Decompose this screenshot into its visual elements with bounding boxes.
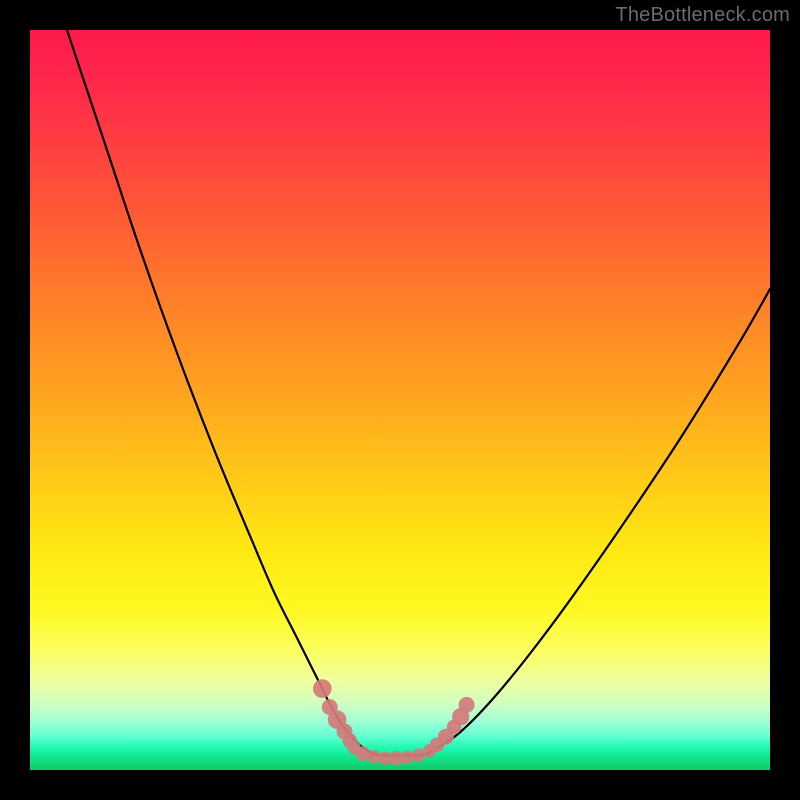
chart-svg: [30, 30, 770, 770]
chart-plot-area: [30, 30, 770, 770]
chart-frame: TheBottleneck.com: [0, 0, 800, 800]
curve-markers: [313, 679, 475, 765]
curve-marker: [401, 751, 414, 764]
curve-marker: [459, 697, 475, 713]
watermark-text: TheBottleneck.com: [615, 4, 790, 27]
curve-marker: [313, 679, 332, 698]
bottleneck-curve: [67, 30, 770, 756]
